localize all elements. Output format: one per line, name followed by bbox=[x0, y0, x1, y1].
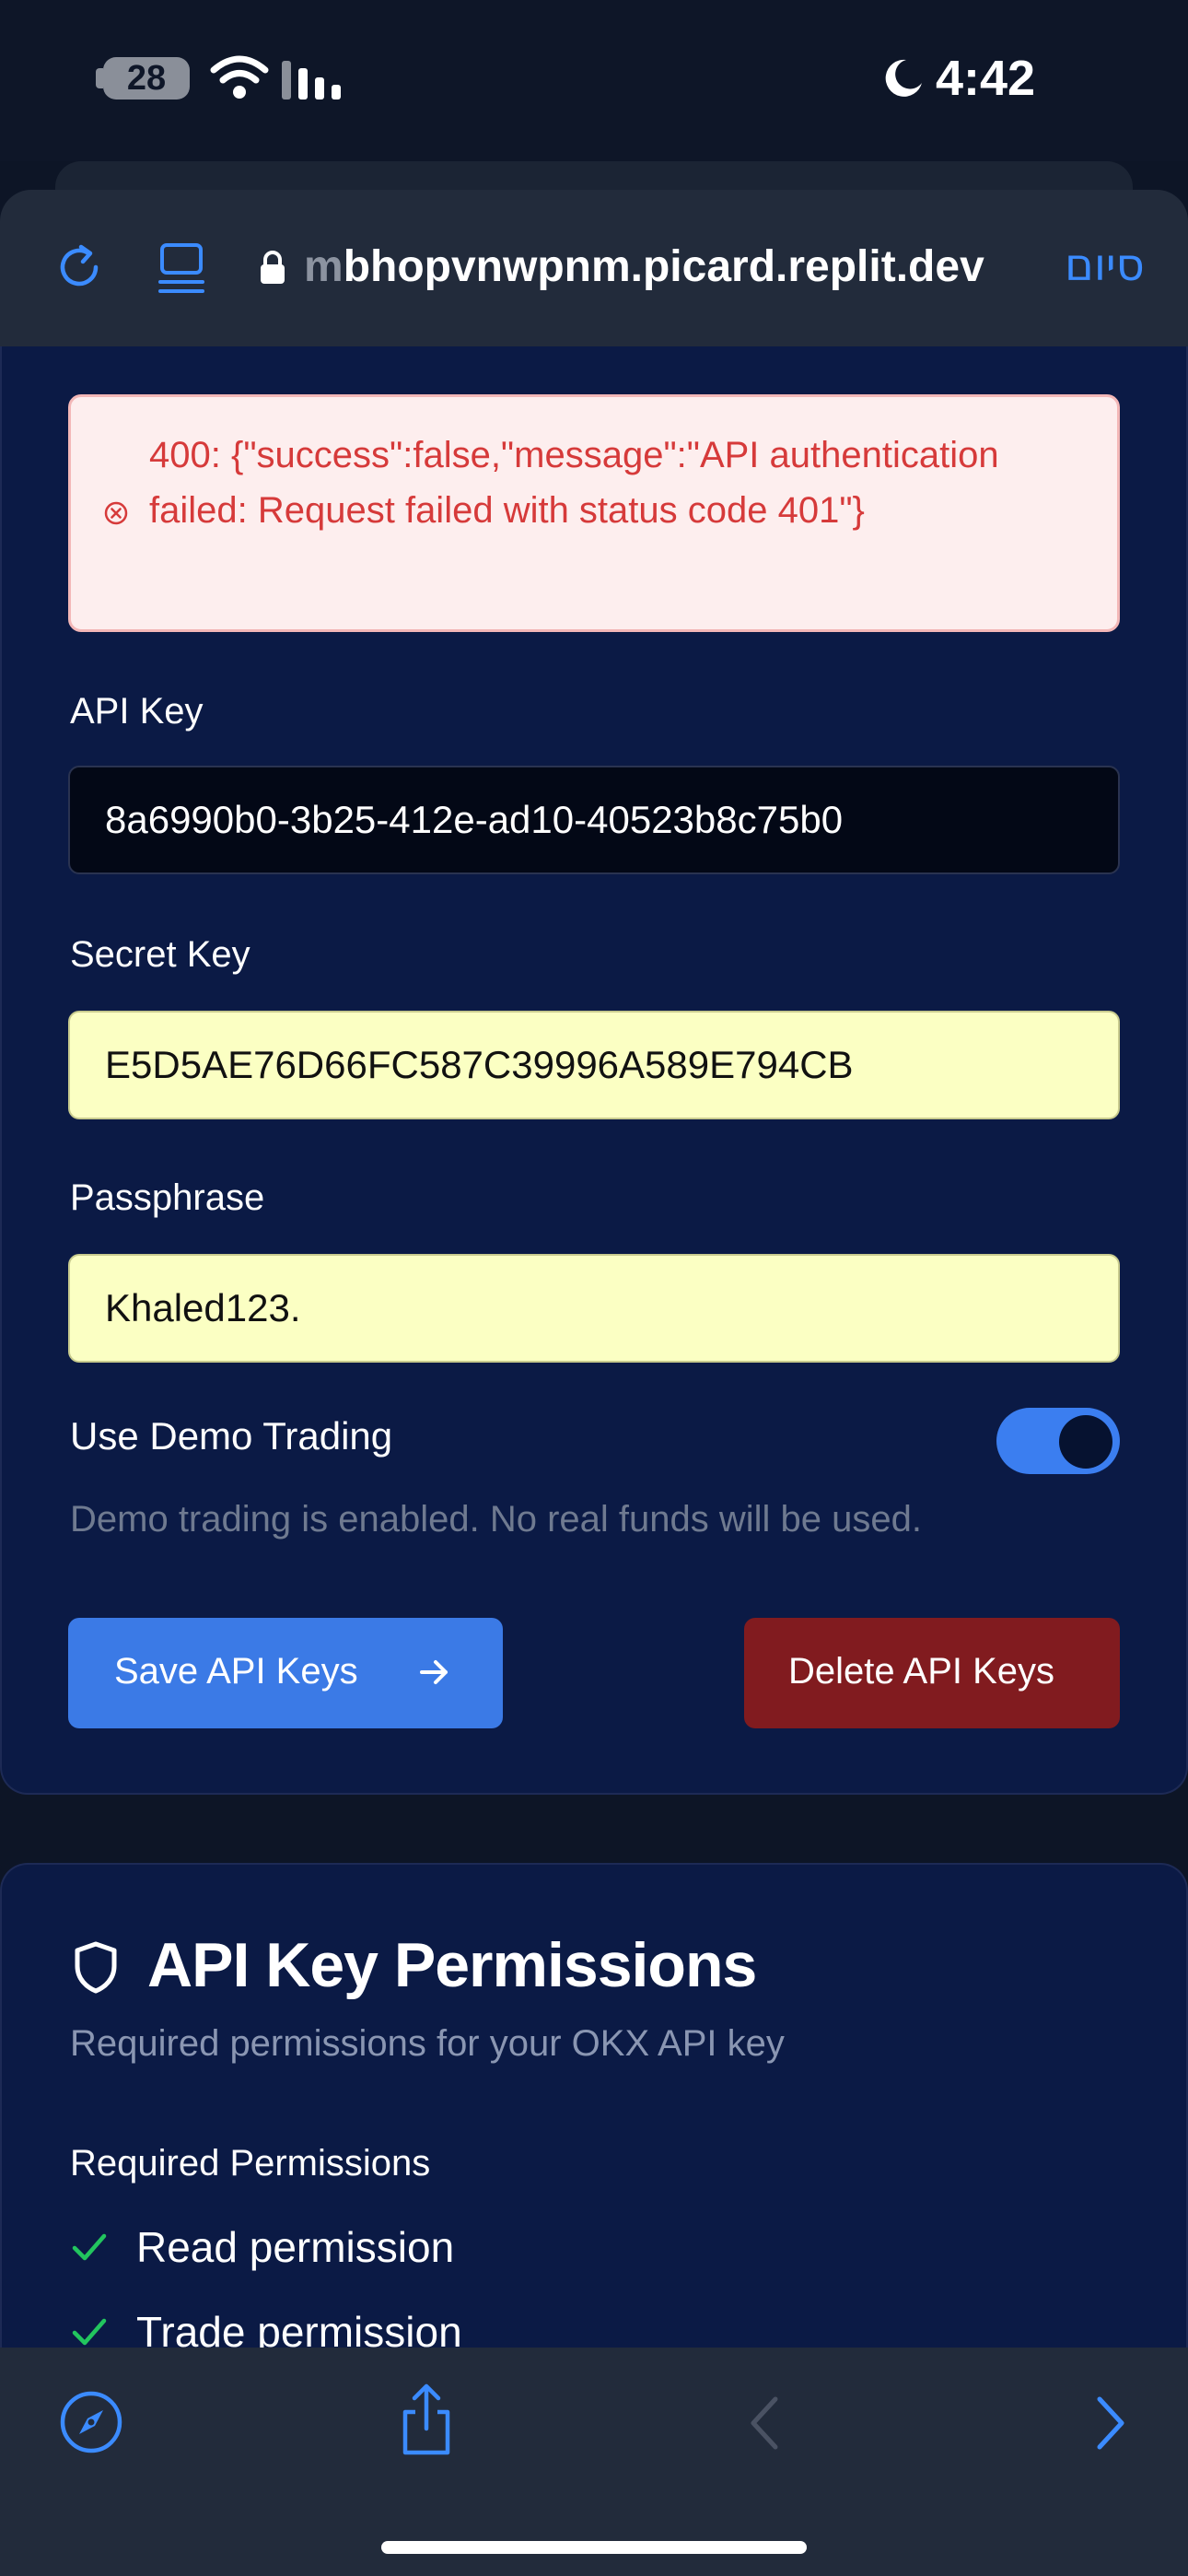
arrow-right-icon bbox=[420, 1660, 448, 1684]
url-main-text: bhopvnwpnm.picard.replit.dev bbox=[343, 242, 984, 291]
forward-icon[interactable] bbox=[1094, 2395, 1127, 2451]
lock-icon bbox=[261, 251, 285, 284]
secret-key-label: Secret Key bbox=[70, 934, 250, 975]
back-icon[interactable] bbox=[748, 2395, 781, 2451]
battery-indicator: 28 bbox=[103, 57, 190, 100]
api-key-label: API Key bbox=[70, 691, 204, 732]
required-permissions-heading: Required Permissions bbox=[70, 2143, 431, 2184]
passphrase-label: Passphrase bbox=[70, 1177, 265, 1218]
moon-icon bbox=[885, 59, 922, 97]
secret-key-input[interactable] bbox=[68, 1011, 1120, 1119]
shield-icon bbox=[75, 1941, 117, 1994]
demo-trading-help: Demo trading is enabled. No real funds w… bbox=[70, 1499, 922, 1540]
delete-api-keys-label: Delete API Keys bbox=[788, 1651, 1055, 1692]
passphrase-input[interactable] bbox=[68, 1254, 1120, 1363]
compass-icon[interactable] bbox=[59, 2390, 123, 2454]
wifi-icon bbox=[210, 55, 269, 99]
permission-item: Read permission bbox=[136, 2223, 455, 2271]
demo-trading-label: Use Demo Trading bbox=[70, 1414, 393, 1458]
error-message: 400: {"success":false,"message":"API aut… bbox=[149, 435, 999, 531]
status-time: 4:42 bbox=[936, 51, 1036, 106]
home-indicator[interactable] bbox=[381, 2541, 807, 2554]
done-button[interactable]: סיום bbox=[1065, 240, 1145, 291]
permissions-title: API Key Permissions bbox=[147, 1930, 757, 2000]
url-fade-text: m bbox=[304, 242, 344, 291]
check-icon bbox=[72, 2233, 107, 2261]
api-key-input[interactable] bbox=[68, 766, 1120, 874]
cellular-signal-icon bbox=[282, 61, 341, 100]
share-icon[interactable] bbox=[398, 2383, 455, 2456]
check-icon bbox=[72, 2318, 107, 2346]
url-text[interactable]: mbhopvnwpnm.picard.replit.dev bbox=[304, 241, 984, 292]
reader-icon[interactable] bbox=[157, 241, 206, 295]
toggle-knob bbox=[1059, 1415, 1112, 1469]
permissions-subtitle: Required permissions for your OKX API ke… bbox=[70, 2023, 785, 2064]
battery-tip bbox=[96, 68, 103, 88]
save-api-keys-label: Save API Keys bbox=[114, 1651, 358, 1692]
error-circle-icon bbox=[104, 501, 128, 525]
reload-icon[interactable] bbox=[53, 241, 105, 293]
